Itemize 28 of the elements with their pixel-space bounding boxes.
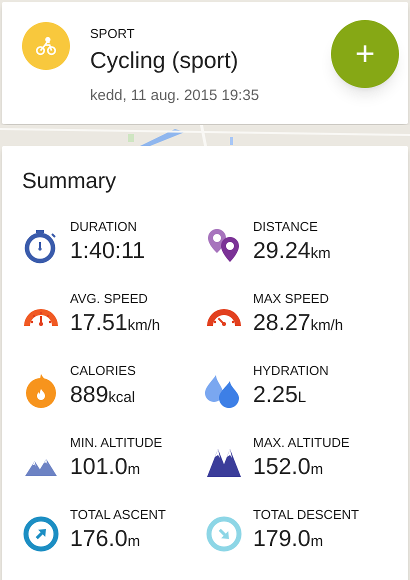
stat-label: HYDRATION — [253, 364, 329, 377]
stat-label: CALORIES — [70, 364, 136, 377]
stat-label: TOTAL ASCENT — [70, 508, 166, 521]
stat-value: 176.0m — [70, 527, 142, 550]
summary-title: Summary — [22, 170, 118, 192]
stat-label: MAX. ALTITUDE — [253, 436, 350, 449]
activity-datetime: kedd, 11 aug. 2015 19:35 — [90, 86, 260, 106]
stat-label: TOTAL DESCENT — [253, 508, 359, 521]
stat-value: 152.0m — [253, 455, 324, 478]
stat-label: AVG. SPEED — [70, 292, 149, 305]
stat-label: MAX SPEED — [253, 292, 330, 305]
stat-value: 101.0m — [70, 455, 142, 478]
activity-name: Cycling (sport) — [90, 46, 240, 75]
stat-value: 28.27km/h — [253, 311, 344, 334]
stat-value: 17.51km/h — [70, 311, 160, 334]
stat-label: DURATION — [70, 220, 138, 233]
category-label: SPORT — [90, 27, 136, 40]
cycling-icon — [22, 22, 70, 70]
stat-label: MIN. ALTITUDE — [70, 436, 162, 449]
stat-value: 1:40:11 — [70, 239, 146, 262]
stat-value: 889kcal — [70, 383, 136, 406]
stat-value: 29.24km — [253, 239, 331, 262]
arrow-down-right-icon — [205, 515, 243, 553]
stat-value: 179.0m — [253, 527, 324, 550]
arrow-up-right-icon — [22, 515, 60, 553]
stat-value: 2.25L — [253, 383, 308, 406]
stat-label: DISTANCE — [253, 220, 319, 233]
mountains-icon — [24, 458, 58, 476]
